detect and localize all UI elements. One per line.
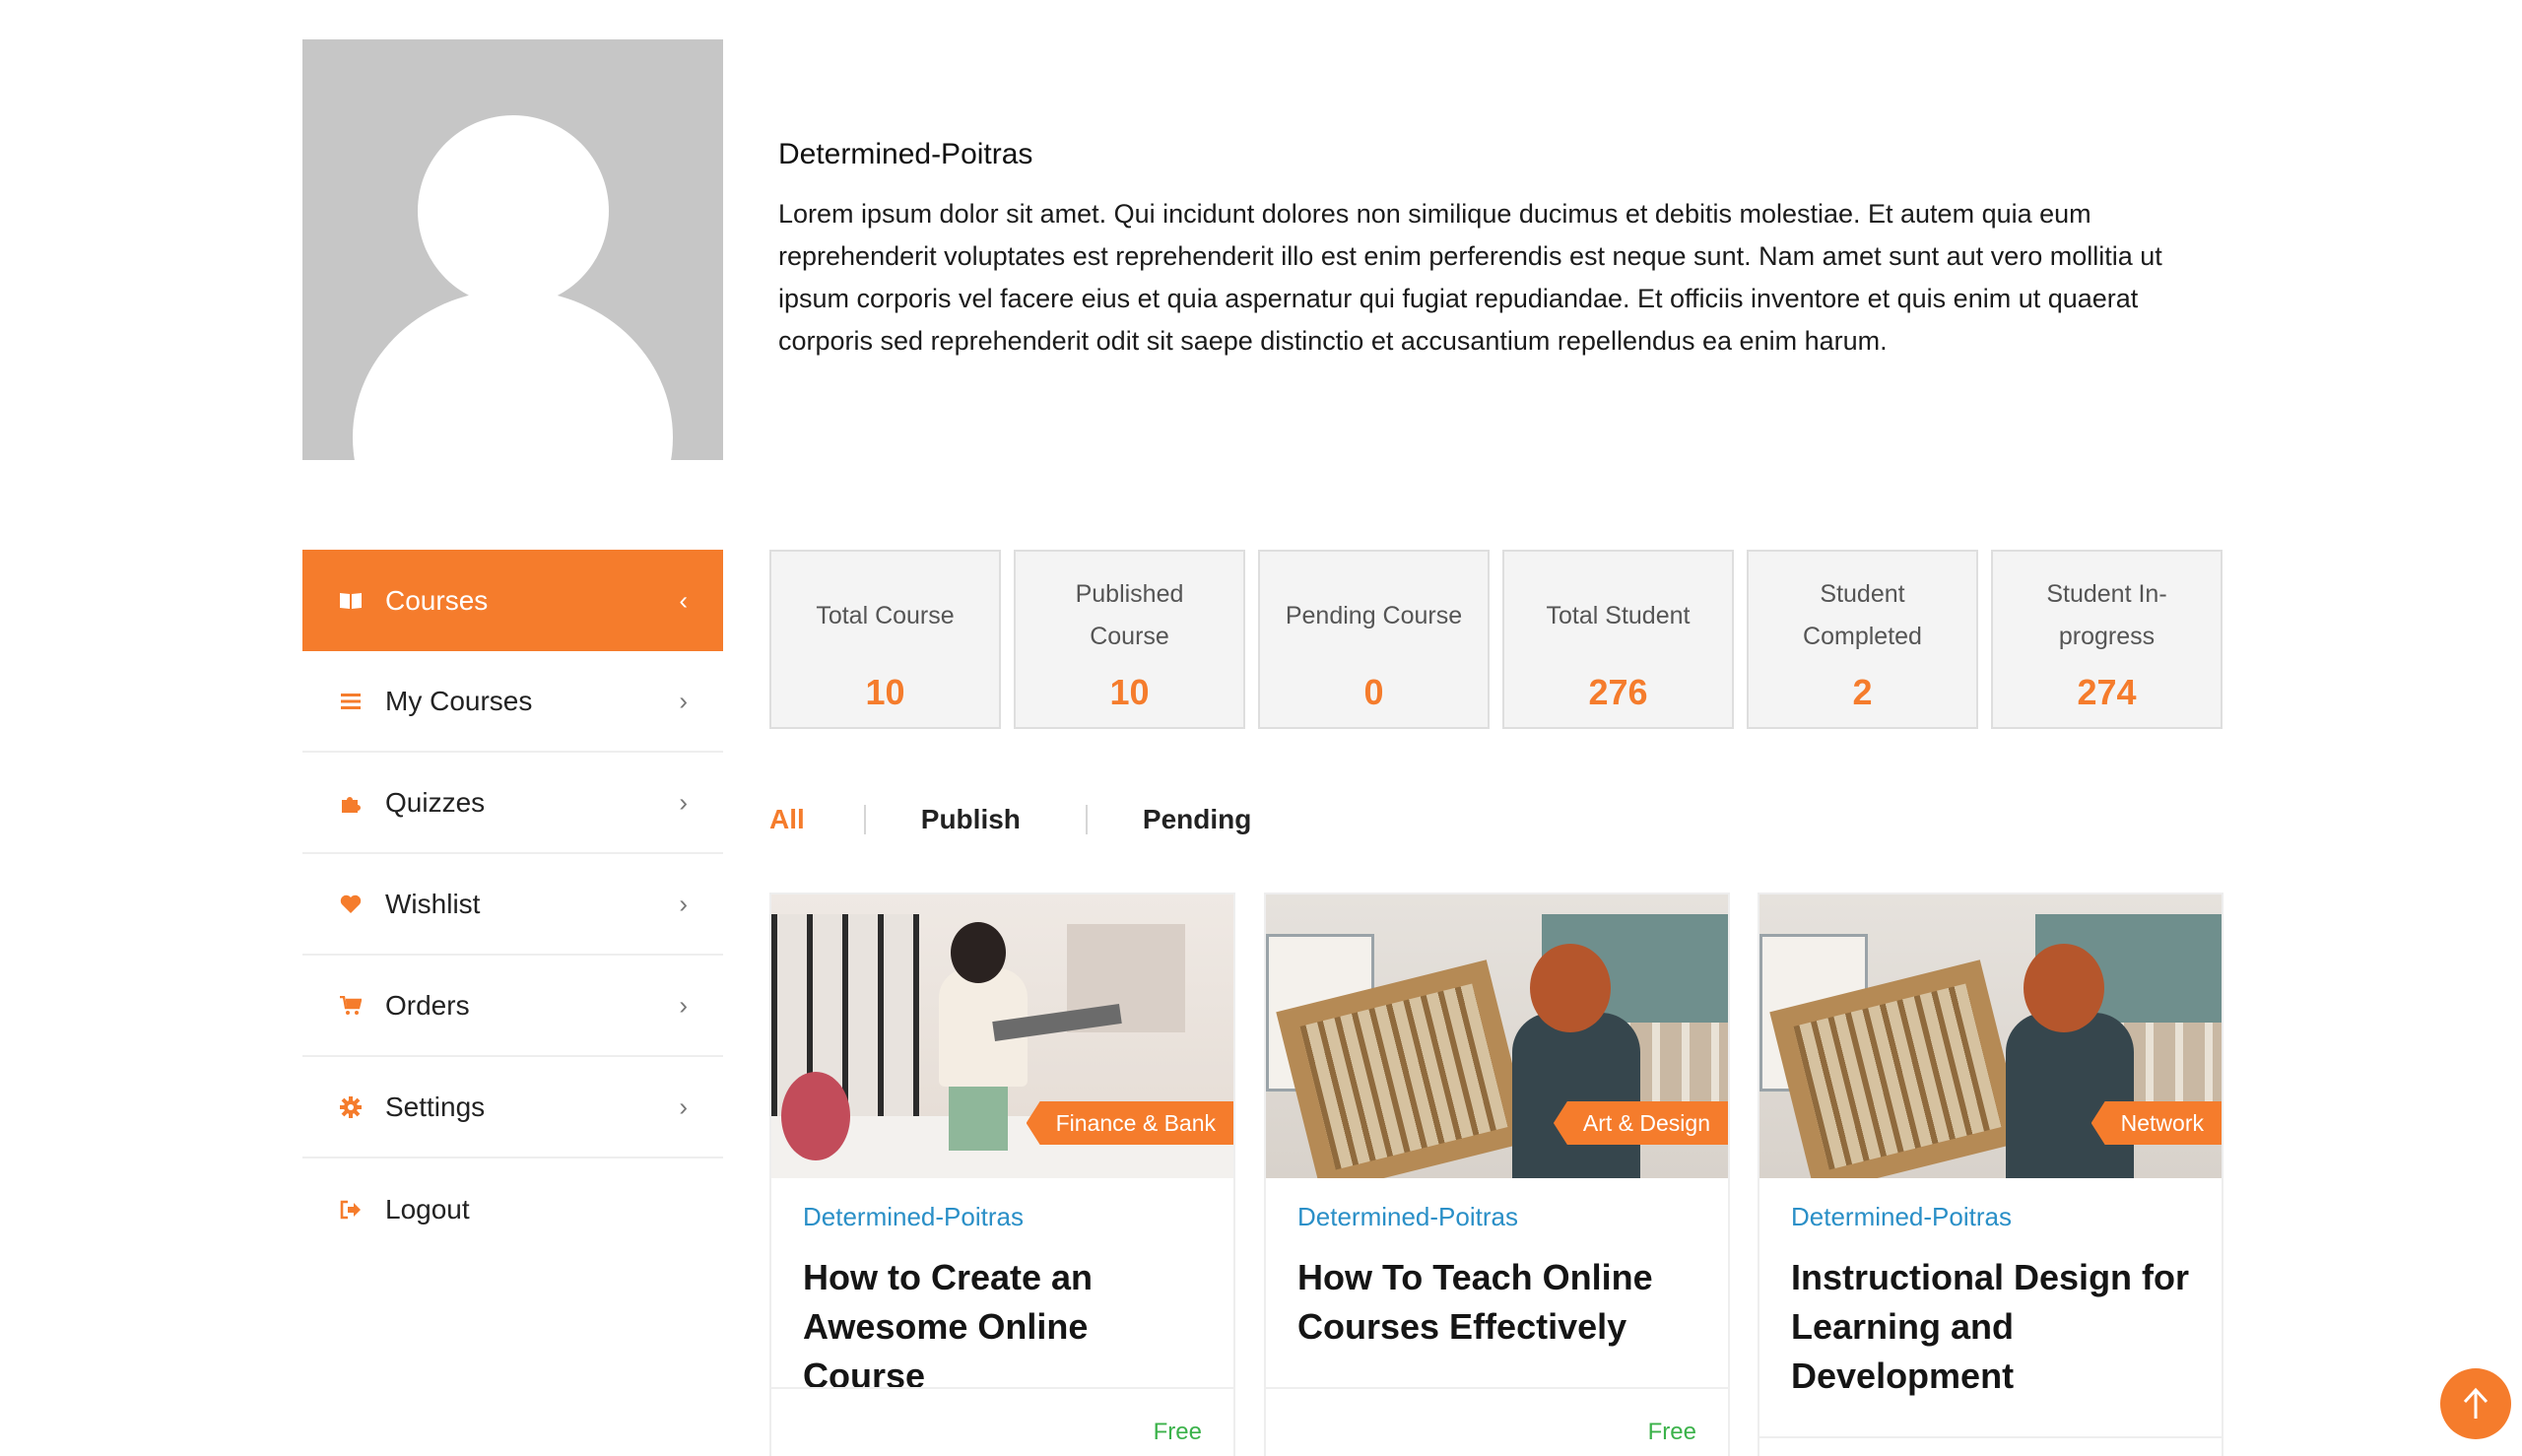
stat-card-total-student: Total Student 276: [1502, 550, 1734, 729]
course-title[interactable]: Instructional Design for Learning and De…: [1791, 1253, 2205, 1401]
stat-card-student-in-progress: Student In-progress 274: [1991, 550, 2223, 729]
sidebar-item-orders[interactable]: Orders ›: [302, 956, 723, 1057]
sidebar-item-label: Orders: [385, 989, 470, 1021]
stat-card-published-course: Published Course 10: [1014, 550, 1245, 729]
course-author-link[interactable]: Determined-Poitras: [1791, 1202, 2012, 1232]
sidebar-item-label: Logout: [385, 1193, 470, 1224]
profile-avatar: [302, 39, 723, 460]
stat-value: 274: [2077, 672, 2137, 712]
chevron-right-icon: ›: [679, 990, 688, 1020]
stat-card-student-completed: Student Completed 2: [1747, 550, 1978, 729]
course-card[interactable]: Art & Design Determined-Poitras How To T…: [1264, 893, 1730, 1456]
course-thumbnail[interactable]: Network: [1759, 894, 2222, 1178]
sidebar-item-settings[interactable]: Settings ›: [302, 1057, 723, 1158]
chevron-left-icon: ‹: [679, 585, 688, 615]
gear-icon: [338, 1094, 364, 1120]
card-divider: [771, 1387, 1233, 1389]
list-icon: [338, 689, 364, 714]
course-price: Free: [1647, 1419, 1696, 1445]
course-category-badge[interactable]: Finance & Bank: [1026, 1101, 1233, 1145]
stat-card-total-course: Total Course 10: [769, 550, 1001, 729]
course-category-badge[interactable]: Network: [2091, 1101, 2222, 1145]
course-title[interactable]: How To Teach Online Courses Effectively: [1297, 1253, 1711, 1352]
sidebar-item-wishlist[interactable]: Wishlist ›: [302, 854, 723, 956]
course-author-link[interactable]: Determined-Poitras: [1297, 1202, 1518, 1232]
stat-card-pending-course: Pending Course 0: [1258, 550, 1490, 729]
arrow-up-icon: [2463, 1387, 2489, 1419]
course-price: Free: [1153, 1419, 1202, 1445]
card-divider: [1759, 1436, 2222, 1438]
stat-value: 276: [1588, 672, 1648, 712]
stat-value: 10: [1109, 672, 1150, 712]
sidebar-item-logout[interactable]: Logout: [302, 1158, 723, 1260]
stats-row: Total Course 10 Published Course 10 Pend…: [769, 550, 2223, 729]
sidebar-item-label: My Courses: [385, 685, 533, 716]
dashboard-sidebar: Courses ‹ My Courses › Quizzes › Wishlis…: [302, 550, 723, 1260]
chevron-right-icon: ›: [679, 889, 688, 918]
profile-name: Determined-Poitras: [778, 138, 1033, 170]
tab-separator: [863, 805, 866, 834]
course-filter-tabs: All Publish Pending: [769, 804, 1251, 835]
stat-label: Pending Course: [1285, 601, 1463, 629]
sidebar-item-label: Courses: [385, 584, 489, 616]
stat-label: Student Completed: [1803, 580, 1922, 650]
course-category-badge[interactable]: Art & Design: [1553, 1101, 1728, 1145]
back-to-top-button[interactable]: [2440, 1368, 2511, 1439]
course-card[interactable]: Finance & Bank Determined-Poitras How to…: [769, 893, 1235, 1456]
stat-label: Total Course: [816, 601, 955, 629]
profile-bio: Lorem ipsum dolor sit amet. Qui incidunt…: [778, 199, 2162, 356]
course-title[interactable]: How to Create an Awesome Online Course: [803, 1253, 1217, 1401]
course-card[interactable]: Network Determined-Poitras Instructional…: [1758, 893, 2223, 1456]
stat-label: Published Course: [1075, 580, 1184, 650]
sidebar-item-my-courses[interactable]: My Courses ›: [302, 651, 723, 753]
stat-value: 2: [1852, 672, 1873, 712]
puzzle-icon: [338, 790, 364, 816]
sidebar-item-label: Wishlist: [385, 888, 481, 919]
tab-pending[interactable]: Pending: [1143, 804, 1251, 835]
tab-separator: [1085, 805, 1088, 834]
avatar-head-silhouette: [418, 115, 609, 306]
book-open-icon: [338, 588, 364, 614]
sidebar-item-label: Settings: [385, 1091, 486, 1122]
logout-icon: [338, 1197, 364, 1223]
chevron-right-icon: ›: [679, 787, 688, 817]
stat-label: Student In-progress: [2046, 580, 2167, 650]
cart-icon: [338, 993, 364, 1019]
course-author-link[interactable]: Determined-Poitras: [803, 1202, 1024, 1232]
stat-value: 10: [865, 672, 905, 712]
stat-value: 0: [1363, 672, 1384, 712]
sidebar-item-label: Quizzes: [385, 786, 486, 818]
tab-all[interactable]: All: [769, 804, 805, 835]
sidebar-item-courses[interactable]: Courses ‹: [302, 550, 723, 651]
avatar-body-silhouette: [353, 290, 673, 460]
stat-label: Total Student: [1546, 601, 1691, 629]
heart-icon: [338, 892, 364, 917]
card-divider: [1266, 1387, 1728, 1389]
course-thumbnail[interactable]: Finance & Bank: [771, 894, 1233, 1178]
course-thumbnail[interactable]: Art & Design: [1266, 894, 1728, 1178]
tab-publish[interactable]: Publish: [921, 804, 1021, 835]
sidebar-item-quizzes[interactable]: Quizzes ›: [302, 753, 723, 854]
chevron-right-icon: ›: [679, 1092, 688, 1121]
chevron-right-icon: ›: [679, 686, 688, 715]
